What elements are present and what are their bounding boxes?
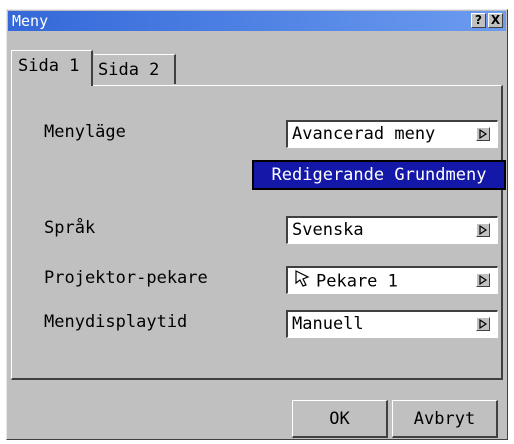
menu-display-time-value: Manuell xyxy=(292,314,364,334)
dropdown-arrow-icon xyxy=(476,317,490,331)
menu-dialog: Meny ? X Sida 1 Sida 2 Menyläge Avancera… xyxy=(6,9,508,440)
language-label: Språk xyxy=(44,218,96,238)
title-bar: Meny ? X xyxy=(8,11,506,31)
menu-mode-value: Avancerad meny xyxy=(292,124,436,144)
menu-display-time-select[interactable]: Manuell xyxy=(286,310,498,338)
close-button[interactable]: X xyxy=(488,13,503,28)
projector-pointer-select[interactable]: Pekare 1 xyxy=(286,266,498,294)
edit-basic-menu-button[interactable]: Redigerande Grundmeny xyxy=(252,160,506,190)
pointer-arrow-icon xyxy=(294,270,310,293)
tab-panel: Menyläge Avancerad meny Redigerande Grun… xyxy=(11,85,506,380)
window-title: Meny xyxy=(12,12,49,30)
tab-label: Sida 1 xyxy=(18,56,80,76)
menu-mode-label: Menyläge xyxy=(44,122,126,142)
dropdown-arrow-icon xyxy=(476,273,490,287)
language-select[interactable]: Svenska xyxy=(286,216,498,244)
ok-button[interactable]: OK xyxy=(292,400,388,438)
projector-pointer-label: Projektor-pekare xyxy=(44,268,208,288)
help-button[interactable]: ? xyxy=(471,13,486,28)
language-value: Svenska xyxy=(292,220,364,240)
projector-pointer-value: Pekare 1 xyxy=(316,271,398,292)
cancel-button[interactable]: Avbryt xyxy=(392,400,498,438)
dropdown-arrow-icon xyxy=(476,127,490,141)
dropdown-arrow-icon xyxy=(476,223,490,237)
tab-sida-2[interactable]: Sida 2 xyxy=(94,54,176,84)
projector-pointer-value-wrap: Pekare 1 xyxy=(292,270,398,293)
menu-display-time-label: Menydisplaytid xyxy=(44,312,188,332)
tab-label: Sida 2 xyxy=(98,60,160,80)
menu-mode-select[interactable]: Avancerad meny xyxy=(286,120,498,148)
tab-sida-1[interactable]: Sida 1 xyxy=(11,50,93,86)
